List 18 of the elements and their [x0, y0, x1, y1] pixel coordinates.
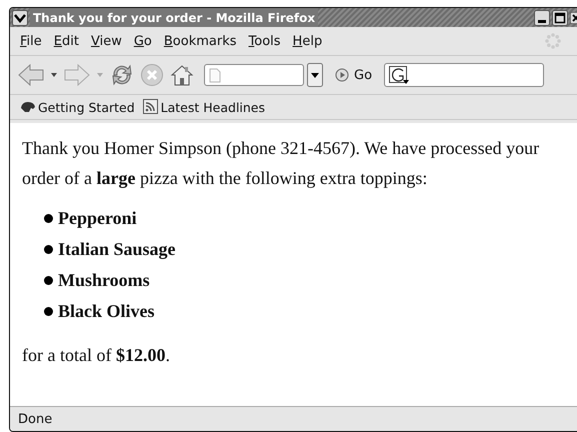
topping-item: Italian Sausage: [58, 239, 176, 260]
window-title: Thank you for your order - Mozilla Firefox: [30, 8, 318, 27]
menu-item[interactable]: Bookmarks: [158, 32, 243, 50]
menu-item[interactable]: File: [14, 32, 48, 50]
topping-item: Pepperoni: [58, 208, 137, 229]
menu-item[interactable]: Go: [128, 32, 158, 50]
status-text: Done: [18, 412, 52, 426]
menu-item[interactable]: Help: [286, 32, 328, 50]
topping-item: Black Olives: [58, 301, 155, 322]
order-total: for a total of $12.00.: [22, 344, 171, 367]
bookmark-link[interactable]: Latest Headlines: [142, 99, 266, 115]
topping-item: Mushrooms: [58, 270, 150, 291]
menu-item[interactable]: Edit: [48, 32, 85, 50]
go-button[interactable]: Go: [329, 68, 378, 82]
menu-item[interactable]: Tools: [242, 32, 287, 50]
bookmark-link[interactable]: Getting Started: [20, 100, 135, 114]
menu-item[interactable]: View: [84, 32, 128, 50]
order-message: Thank you Homer Simpson (phone 321-4567). We have processed your order of a large pizza with the following extra toppings:: [22, 137, 540, 190]
